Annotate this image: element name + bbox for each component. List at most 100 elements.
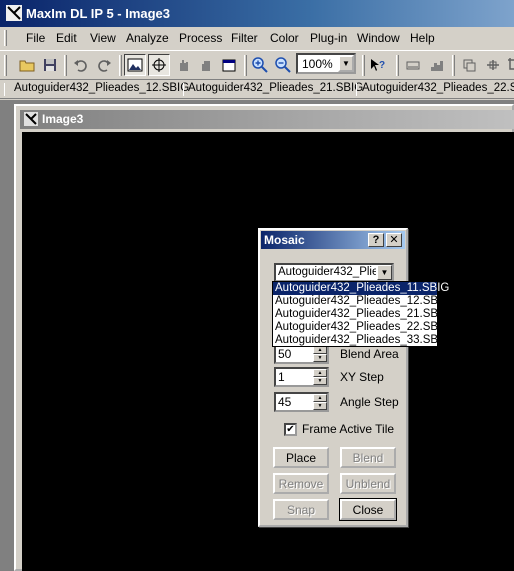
zoom-level-value: 100% [302,57,333,71]
menu-process[interactable]: Process [179,31,222,45]
menu-window[interactable]: Window [357,31,400,45]
tile-file-select[interactable]: Autoguider432_Plieades_11.SBIG ▼ [274,263,394,282]
toolbar-separator [452,55,455,76]
histogram-button[interactable] [426,54,448,76]
angle-step-stepper[interactable]: 45 ▲ ▼ [274,392,329,412]
xy-step-label: XY Step [340,370,384,384]
tab-autoguider-12[interactable]: Autoguider432_Plieades_12.SBIG [11,82,192,98]
document-tabs: Autoguider432_Plieades_12.SBIG Autoguide… [0,80,514,99]
tab-autoguider-22[interactable]: Autoguider432_Plieades_22.SBIG [359,82,514,98]
zoom-in-icon [252,57,268,73]
toolbar-separator [244,55,247,76]
align-icon [487,60,499,70]
zoom-level-combo[interactable]: 100% ▼ [296,53,356,74]
close-button[interactable]: Close [339,498,397,521]
menu-analyze[interactable]: Analyze [126,31,169,45]
open-folder-icon [19,60,35,72]
layers-icon [463,59,476,72]
blend-area-label: Blend Area [340,347,399,361]
pan-button[interactable] [172,54,194,76]
blend-area-stepper[interactable]: 50 ▲ ▼ [274,344,329,364]
floppy-disk-icon [44,59,56,71]
xy-step-stepper[interactable]: 1 ▲ ▼ [274,367,329,387]
spin-up-icon[interactable]: ▲ [313,394,327,402]
hand-icon [180,60,188,71]
menu-bar: File Edit View Analyze Process Filter Co… [0,27,514,49]
image-document-icon [24,112,38,126]
remove-button[interactable]: Remove [273,473,329,494]
menu-edit[interactable]: Edit [56,31,77,45]
spin-up-icon[interactable]: ▲ [313,346,327,354]
zoom-out-button[interactable] [272,54,294,76]
unblend-button[interactable]: Unblend [340,473,396,494]
menu-color[interactable]: Color [270,31,299,45]
help-button[interactable]: ? [368,233,384,247]
info-window-button[interactable] [218,54,240,76]
dropdown-option[interactable]: Autoguider432_Plieades_11.SBIG [273,282,449,295]
tile-file-select-value: Autoguider432_Plieades_11.SBIG [278,266,376,278]
menu-help[interactable]: Help [410,31,435,45]
image-window-title-bar[interactable]: Image3 [20,110,514,129]
xy-step-spin-buttons: ▲ ▼ [313,369,327,385]
grab-button[interactable] [195,54,217,76]
crosshair-icon [152,58,166,72]
redo-button[interactable] [93,54,115,76]
crop-button[interactable] [504,54,514,76]
tab-separator [183,83,184,96]
toolbar: ? [0,50,514,80]
zoom-out-icon [275,57,291,73]
open-file-button[interactable] [16,54,38,76]
tab-autoguider-21[interactable]: Autoguider432_Plieades_21.SBIG [185,82,366,98]
menu-file[interactable]: File [26,31,45,45]
redo-arrow-icon [98,60,111,72]
help-pointer-icon: ? [371,59,385,71]
menu-view[interactable]: View [90,31,116,45]
histogram-icon [431,61,443,71]
dropdown-option[interactable]: Autoguider432_Plieades_21.SBIG [273,308,450,321]
spin-up-icon[interactable]: ▲ [313,369,327,377]
place-button[interactable]: Place [273,447,329,468]
dropdown-option[interactable]: Autoguider432_Plieades_12.SBIG [273,295,450,308]
blend-area-value: 50 [278,347,292,361]
blend-button[interactable]: Blend [340,447,396,468]
menu-filter[interactable]: Filter [231,31,258,45]
image-view-button[interactable] [124,54,146,76]
xy-step-value: 1 [278,370,285,384]
dropdown-option[interactable]: Autoguider432_Plieades_33.SBIG [273,334,450,347]
app-title-bar[interactable]: MaxIm DL IP 5 - Image3 [0,0,514,27]
mosaic-title-bar[interactable]: Mosaic ? ✕ [261,231,405,249]
save-button[interactable] [39,54,61,76]
snap-button[interactable]: Snap [273,499,329,520]
spin-down-icon[interactable]: ▼ [313,402,327,410]
chevron-down-icon[interactable]: ▼ [377,265,392,280]
chevron-down-icon[interactable]: ▼ [338,55,354,72]
spin-down-icon[interactable]: ▼ [313,377,327,385]
app-title: MaxIm DL IP 5 - Image3 [26,6,171,21]
blend-area-spin-buttons: ▲ ▼ [313,346,327,362]
close-icon[interactable]: ✕ [386,233,402,247]
dropdown-option[interactable]: Autoguider432_Plieades_22.SBIG [273,321,450,334]
zoom-in-button[interactable] [249,54,271,76]
crop-icon [508,58,514,70]
crosshair-button[interactable] [148,54,170,76]
toolbar-separator [64,55,67,76]
align-button[interactable] [482,54,504,76]
layers-button[interactable] [458,54,480,76]
tab-separator [356,83,357,96]
frame-active-tile-label: Frame Active Tile [302,422,395,436]
svg-text:?: ? [379,60,385,71]
screen-stretch-button[interactable] [402,54,424,76]
toolbar-separator [362,55,365,76]
maxim-app-icon [6,5,22,21]
undo-button[interactable] [70,54,92,76]
menu-plugin[interactable]: Plug-in [310,31,347,45]
frame-active-tile-checkbox[interactable]: ✔ [284,423,297,436]
tab-grip [4,83,5,96]
toolbar-grip[interactable] [4,55,7,76]
spin-down-icon[interactable]: ▼ [313,354,327,362]
undo-arrow-icon [74,60,87,72]
mosaic-title: Mosaic [264,233,305,247]
menu-grip[interactable] [4,30,7,46]
context-help-button[interactable]: ? [366,54,388,76]
toolbar-separator [396,55,399,76]
